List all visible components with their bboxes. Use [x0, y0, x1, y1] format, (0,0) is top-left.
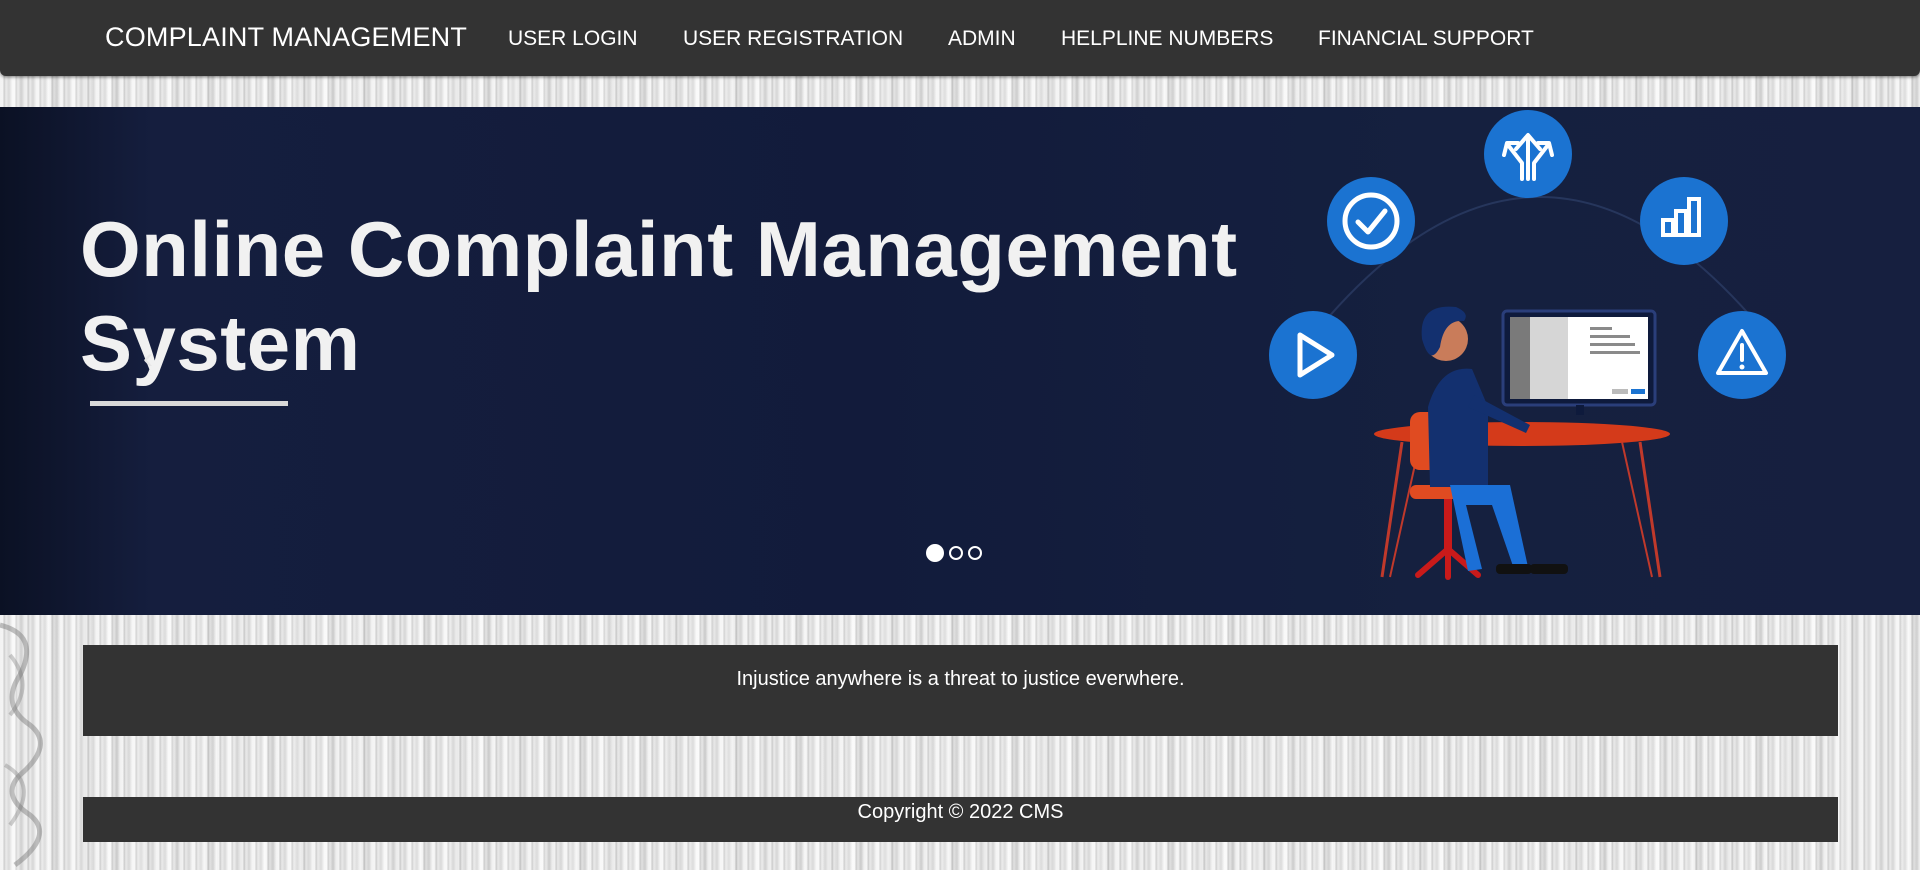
- nav-helpline-numbers[interactable]: HELPLINE NUMBERS: [1061, 27, 1273, 51]
- footer: Copyright © 2022 CMS: [83, 797, 1838, 842]
- nav-user-login[interactable]: USER LOGIN: [508, 27, 638, 51]
- nav-financial-support[interactable]: FINANCIAL SUPPORT: [1318, 27, 1534, 51]
- bar-chart-icon: [1640, 177, 1728, 265]
- warning-icon: [1698, 311, 1786, 399]
- hero-title: Online Complaint Management System: [80, 202, 1280, 390]
- carousel-indicator-3[interactable]: [968, 546, 982, 560]
- carousel-indicator-2[interactable]: [949, 546, 963, 560]
- quote-banner: Injustice anywhere is a threat to justic…: [83, 645, 1838, 736]
- brand-link[interactable]: COMPLAINT MANAGEMENT: [105, 22, 467, 53]
- hero-underline: [90, 401, 288, 406]
- hero-carousel: Online Complaint Management System ‹ ›: [0, 107, 1920, 615]
- check-circle-icon: [1327, 177, 1415, 265]
- nav-admin[interactable]: ADMIN: [948, 27, 1016, 51]
- hero-illustration: [1269, 110, 1786, 580]
- nav-user-registration[interactable]: USER REGISTRATION: [683, 27, 903, 51]
- hero-title-line1: Online Complaint Management: [80, 205, 1238, 293]
- carousel-indicators: [926, 544, 987, 564]
- play-icon: [1269, 311, 1357, 399]
- split-arrows-icon: [1484, 110, 1572, 198]
- quote-text: Injustice anywhere is a threat to justic…: [736, 668, 1185, 690]
- copyright-text: Copyright © 2022 CMS: [857, 801, 1064, 823]
- carousel-prev-button[interactable]: ‹: [143, 344, 153, 374]
- computer-monitor: [1501, 309, 1657, 415]
- top-navbar: COMPLAINT MANAGEMENT USER LOGIN USER REG…: [0, 0, 1920, 76]
- carousel-indicator-1[interactable]: [926, 544, 944, 562]
- decorative-scroll-ornament: [0, 622, 43, 867]
- hero-title-line2: System: [80, 299, 361, 387]
